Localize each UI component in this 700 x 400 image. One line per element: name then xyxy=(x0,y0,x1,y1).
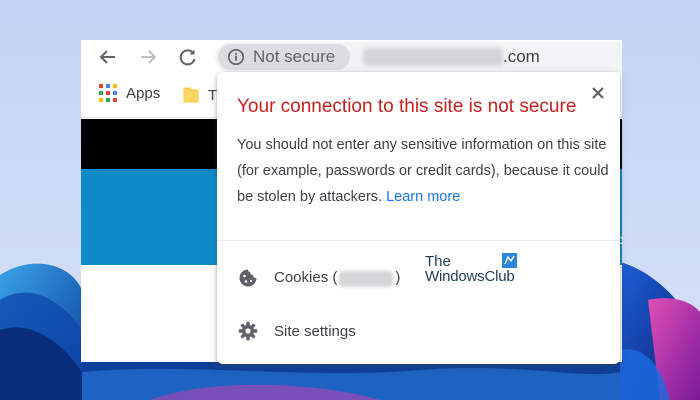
cookies-label: Cookies ( xyxy=(274,269,338,287)
back-button[interactable] xyxy=(95,44,121,70)
popup-description-block: You should not enter any sensitive infor… xyxy=(237,132,609,210)
watermark: The WindowsClub xyxy=(425,253,535,289)
apps-grid-icon xyxy=(99,84,117,102)
blurred-domain-name xyxy=(363,48,503,66)
gear-icon xyxy=(237,320,259,342)
blurred-cookie-count xyxy=(339,270,394,287)
cookies-label-group: Cookies () xyxy=(274,269,401,287)
cookies-row[interactable]: Cookies () xyxy=(217,255,620,301)
domain-tld: .com xyxy=(503,47,540,66)
site-info-popup: Your connection to this site is not secu… xyxy=(217,72,620,364)
reload-icon xyxy=(179,49,196,66)
bookmark-folder[interactable]: T xyxy=(183,86,217,104)
security-indicator-chip[interactable]: Not secure xyxy=(218,44,350,70)
folder-icon xyxy=(183,87,199,103)
arrow-right-icon xyxy=(141,50,157,64)
forward-button[interactable] xyxy=(135,44,161,70)
bookmark-apps[interactable]: Apps xyxy=(99,84,160,102)
close-icon xyxy=(592,87,604,99)
arrow-left-icon xyxy=(99,50,115,64)
browser-toolbar: Not secure .com xyxy=(81,40,622,74)
cookies-label-close: ) xyxy=(395,269,401,287)
security-label: Not secure xyxy=(253,47,336,66)
bookmark-apps-label: Apps xyxy=(126,84,161,102)
reload-button[interactable] xyxy=(175,44,201,70)
popup-divider xyxy=(217,240,620,241)
info-icon xyxy=(227,48,245,66)
close-button[interactable] xyxy=(587,82,609,104)
site-settings-row[interactable]: Site settings xyxy=(217,308,620,354)
learn-more-link[interactable]: Learn more xyxy=(386,189,460,205)
address-bar[interactable]: Not secure .com xyxy=(215,42,622,72)
cookie-icon xyxy=(237,267,259,289)
site-settings-label: Site settings xyxy=(274,322,356,340)
watermark-line2: WindowsClub xyxy=(425,268,515,285)
popup-title: Your connection to this site is not secu… xyxy=(237,96,577,117)
windows-logo-icon xyxy=(502,253,517,268)
bookmark-folder-label: T xyxy=(208,86,218,104)
